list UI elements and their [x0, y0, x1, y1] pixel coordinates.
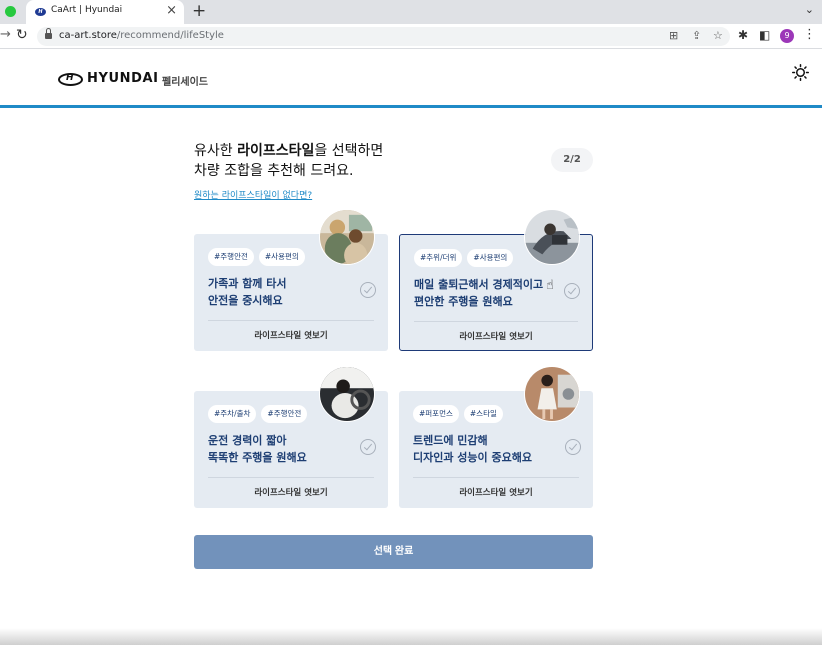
- heading-prefix: 유사한: [194, 143, 238, 159]
- no-lifestyle-link[interactable]: 원하는 라이프스타일이 없다면?: [194, 188, 312, 201]
- novice-driver-photo: [319, 366, 375, 422]
- card-title: 트렌드에 민감해 디자인과 성능이 중요해요: [413, 432, 532, 466]
- browser-tab-bar: H CaArt | Hyundai × + ⌄: [0, 0, 822, 24]
- tag: #사용편의: [258, 248, 305, 266]
- step-indicator: 2/2: [551, 148, 593, 172]
- card-title: 운전 경력이 짧아 똑똑한 주행을 원해요: [208, 432, 307, 466]
- url-path: /recommend/lifeStyle: [116, 30, 224, 41]
- new-tab-icon[interactable]: +: [192, 1, 206, 21]
- divider: [208, 320, 374, 321]
- submit-selection-button[interactable]: 선택 완료: [194, 535, 593, 569]
- card-title-line: 매일 출퇴근해서 경제적이고: [414, 278, 544, 291]
- brand-logo-text[interactable]: HYUNDAI: [87, 71, 159, 86]
- checkmark-circle-icon[interactable]: [564, 283, 580, 299]
- card-title-line: 트렌드에 민감해: [413, 434, 488, 447]
- card-title: 가족과 함께 타서 안전을 중시해요: [208, 275, 287, 309]
- tab-search-chevron-icon[interactable]: ⌄: [805, 3, 814, 16]
- heading-suffix: 을 선택하면: [314, 143, 384, 159]
- heading-line-1: 유사한 라이프스타일을 선택하면: [194, 141, 383, 161]
- profile-avatar[interactable]: 9: [780, 29, 794, 43]
- commuter-photo: [524, 209, 580, 265]
- sun-icon[interactable]: [792, 64, 809, 81]
- tag-list: #주차/출차 #주행안전: [208, 405, 308, 423]
- browser-toolbar: → ↻ ca-art.store/recommend/lifeStyle ⊞ ⇪…: [0, 24, 822, 49]
- tab-title: CaArt | Hyundai: [51, 5, 123, 15]
- browser-menu-icon[interactable]: ⋮: [803, 27, 816, 42]
- model-name: 펠리세이드: [162, 77, 208, 88]
- card-title-line: 운전 경력이 짧아: [208, 434, 287, 447]
- card-title-line: 가족과 함께 타서: [208, 277, 287, 290]
- site-header: H HYUNDAI 펠리세이드: [0, 50, 822, 108]
- trend-photo: [524, 366, 580, 422]
- tag-list: #추위/더위 #사용편의: [414, 249, 514, 267]
- heading-emphasis: 라이프스타일: [237, 143, 315, 159]
- lifestyle-preview-button[interactable]: 라이프스타일 엿보기: [399, 486, 593, 498]
- window-bottom-shadow: [0, 628, 822, 645]
- family-photo: [319, 209, 375, 265]
- reload-icon[interactable]: ↻: [16, 27, 28, 43]
- hand-pointer-cursor-icon: ☝: [546, 278, 554, 293]
- url-host: ca-art.store: [59, 30, 117, 41]
- card-title: 매일 출퇴근해서 경제적이고 편안한 주행을 원해요: [414, 276, 543, 310]
- card-title-line: 디자인과 성능이 중요해요: [413, 451, 532, 464]
- tag: #스타일: [463, 405, 503, 423]
- lock-icon[interactable]: [45, 28, 52, 39]
- tag: #주차/출차: [208, 405, 257, 423]
- checkmark-circle-icon[interactable]: [565, 439, 581, 455]
- translate-icon[interactable]: ⊞: [669, 29, 678, 42]
- window-maximize-button[interactable]: [5, 6, 16, 17]
- tag: #주행안전: [208, 248, 254, 266]
- divider: [413, 477, 579, 478]
- address-bar[interactable]: ca-art.store/recommend/lifeStyle ⊞ ⇪ ☆: [37, 27, 730, 46]
- tag-list: #주행안전 #사용편의: [208, 248, 305, 266]
- forward-arrow-icon[interactable]: →: [0, 27, 11, 42]
- hyundai-logo-emblem-icon[interactable]: H: [58, 73, 83, 86]
- tag: #추위/더위: [414, 249, 463, 267]
- side-panel-icon[interactable]: ◧: [759, 28, 770, 42]
- browser-tab[interactable]: H CaArt | Hyundai ×: [26, 0, 184, 24]
- card-title-line: 똑똑한 주행을 원해요: [208, 451, 307, 464]
- lifestyle-preview-button[interactable]: 라이프스타일 엿보기: [194, 329, 388, 341]
- lifestyle-preview-button[interactable]: 라이프스타일 엿보기: [194, 486, 388, 498]
- extensions-puzzle-icon[interactable]: ✱: [738, 28, 748, 42]
- divider: [208, 477, 374, 478]
- divider: [414, 321, 578, 322]
- card-title-line: 안전을 중시해요: [208, 294, 283, 307]
- page-heading: 유사한 라이프스타일을 선택하면 차량 조합을 추천해 드려요.: [194, 141, 383, 181]
- lifestyle-preview-button[interactable]: 라이프스타일 엿보기: [400, 330, 592, 342]
- tag: #사용편의: [467, 249, 514, 267]
- share-icon[interactable]: ⇪: [692, 29, 701, 42]
- heading-line-2: 차량 조합을 추천해 드려요.: [194, 163, 354, 179]
- tag: #퍼포먼스: [413, 405, 459, 423]
- card-title-line: 편안한 주행을 원해요: [414, 295, 513, 308]
- tag-list: #퍼포먼스 #스타일: [413, 405, 503, 423]
- close-tab-icon[interactable]: ×: [166, 3, 177, 18]
- checkmark-circle-icon[interactable]: [360, 439, 376, 455]
- tag: #주행안전: [261, 405, 308, 423]
- checkmark-circle-icon[interactable]: [360, 282, 376, 298]
- url-text[interactable]: ca-art.store/recommend/lifeStyle: [59, 30, 224, 41]
- hyundai-favicon-icon: H: [35, 8, 46, 16]
- bookmark-star-icon[interactable]: ☆: [713, 29, 723, 42]
